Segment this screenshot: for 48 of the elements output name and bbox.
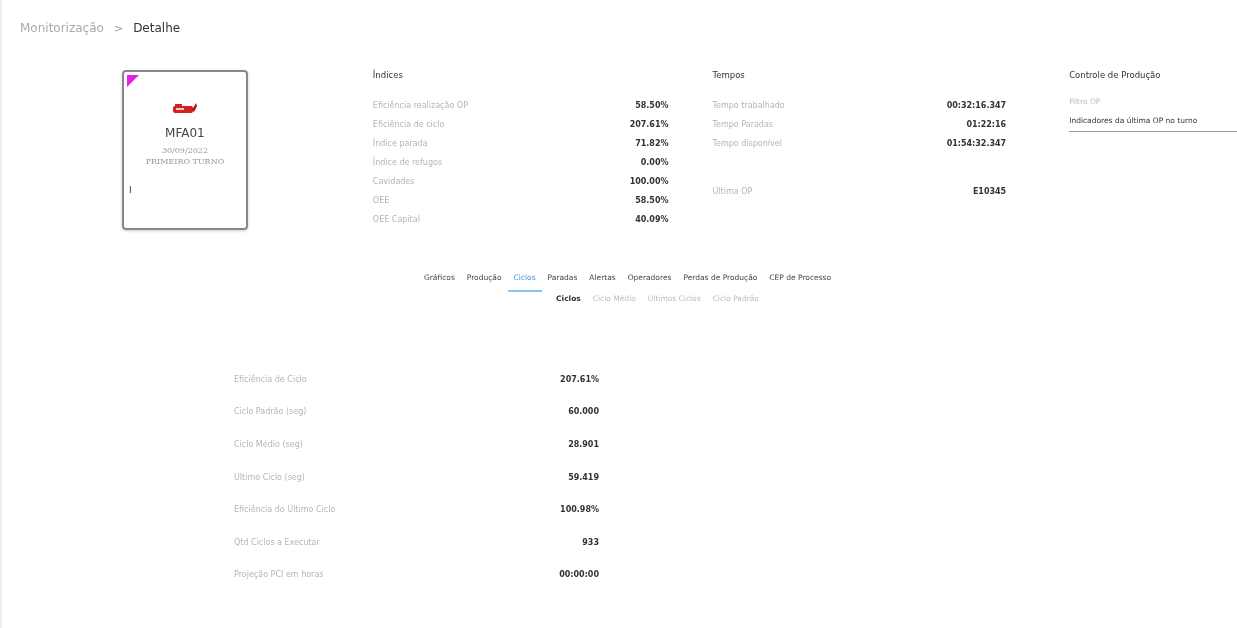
metric-label: OEE [372, 196, 390, 205]
metric-value: 01:22:16 [966, 120, 1007, 129]
metric-label: Último Ciclo (seg) [234, 472, 305, 482]
metric-label: Eficiência realização OP [372, 101, 468, 110]
section-title: Índices [372, 70, 404, 82]
metric-label: Ciclo Padrão (seg) [234, 407, 307, 417]
machine-name: MFA01 [165, 126, 205, 140]
metric-value: 100.00% [629, 177, 669, 186]
metric-label: OEE Capital [372, 215, 420, 224]
metric-value: 58.50% [635, 196, 669, 205]
metric-value: 58.50% [635, 101, 669, 110]
metric-value: 933 [582, 537, 599, 547]
metric-label: Tempo disponível [712, 139, 782, 148]
card-shift: PRIMEIRO TURNO [145, 157, 225, 167]
metric-label: Eficiência de ciclo [372, 120, 445, 129]
metric-value: 100.98% [560, 505, 599, 515]
breadcrumb-separator: > [113, 21, 124, 35]
metric-value: 207.61% [629, 120, 669, 129]
metric-value: 28.901 [568, 440, 599, 449]
metric-label: Índice parada [372, 139, 428, 148]
metric-label: Eficiência do Último Ciclo [234, 505, 336, 515]
metric-value: 60.000 [568, 407, 599, 417]
metric-label: Índice de refugos [372, 158, 443, 167]
metric-value: 00:32:16.347 [946, 101, 1007, 110]
metric-label: Tempo trabalhado [712, 101, 785, 110]
metric-label: Tempo Paradas [712, 120, 773, 129]
machine-icon [171, 102, 198, 114]
metric-label: Ciclo Médio (seg) [234, 440, 303, 449]
metric-label: Cavidades [372, 177, 415, 186]
card-footer-text: I [129, 185, 132, 195]
metric-value: 01:54:32.347 [946, 139, 1007, 148]
metric-label: Eficiência de Ciclo [234, 374, 307, 384]
metric-value: 71.82% [635, 139, 669, 148]
section-title: Tempos [712, 70, 746, 82]
metric-value: 59.419 [568, 472, 599, 482]
metric-label: Qtd Ciclos a Executar [234, 537, 320, 547]
breadcrumb-current-page: Detalhe [133, 21, 181, 35]
metric-value: 0.00% [640, 158, 669, 167]
status-corner-icon [127, 75, 139, 87]
machine-card[interactable]: MFA01 30/09/2022 PRIMEIRO TURNO I [122, 70, 248, 230]
card-date: 30/09/2022 [161, 146, 208, 156]
metric-label: Última OP [712, 187, 753, 196]
metric-value: 207.61% [560, 374, 599, 384]
metric-label: Projeção PCI em horas [234, 570, 324, 580]
metric-value: 00:00:00 [559, 570, 599, 580]
metric-value: E10345 [972, 187, 1007, 196]
metric-value: 40.09% [635, 215, 669, 224]
section-title: Controle de Produção [1069, 70, 1162, 82]
